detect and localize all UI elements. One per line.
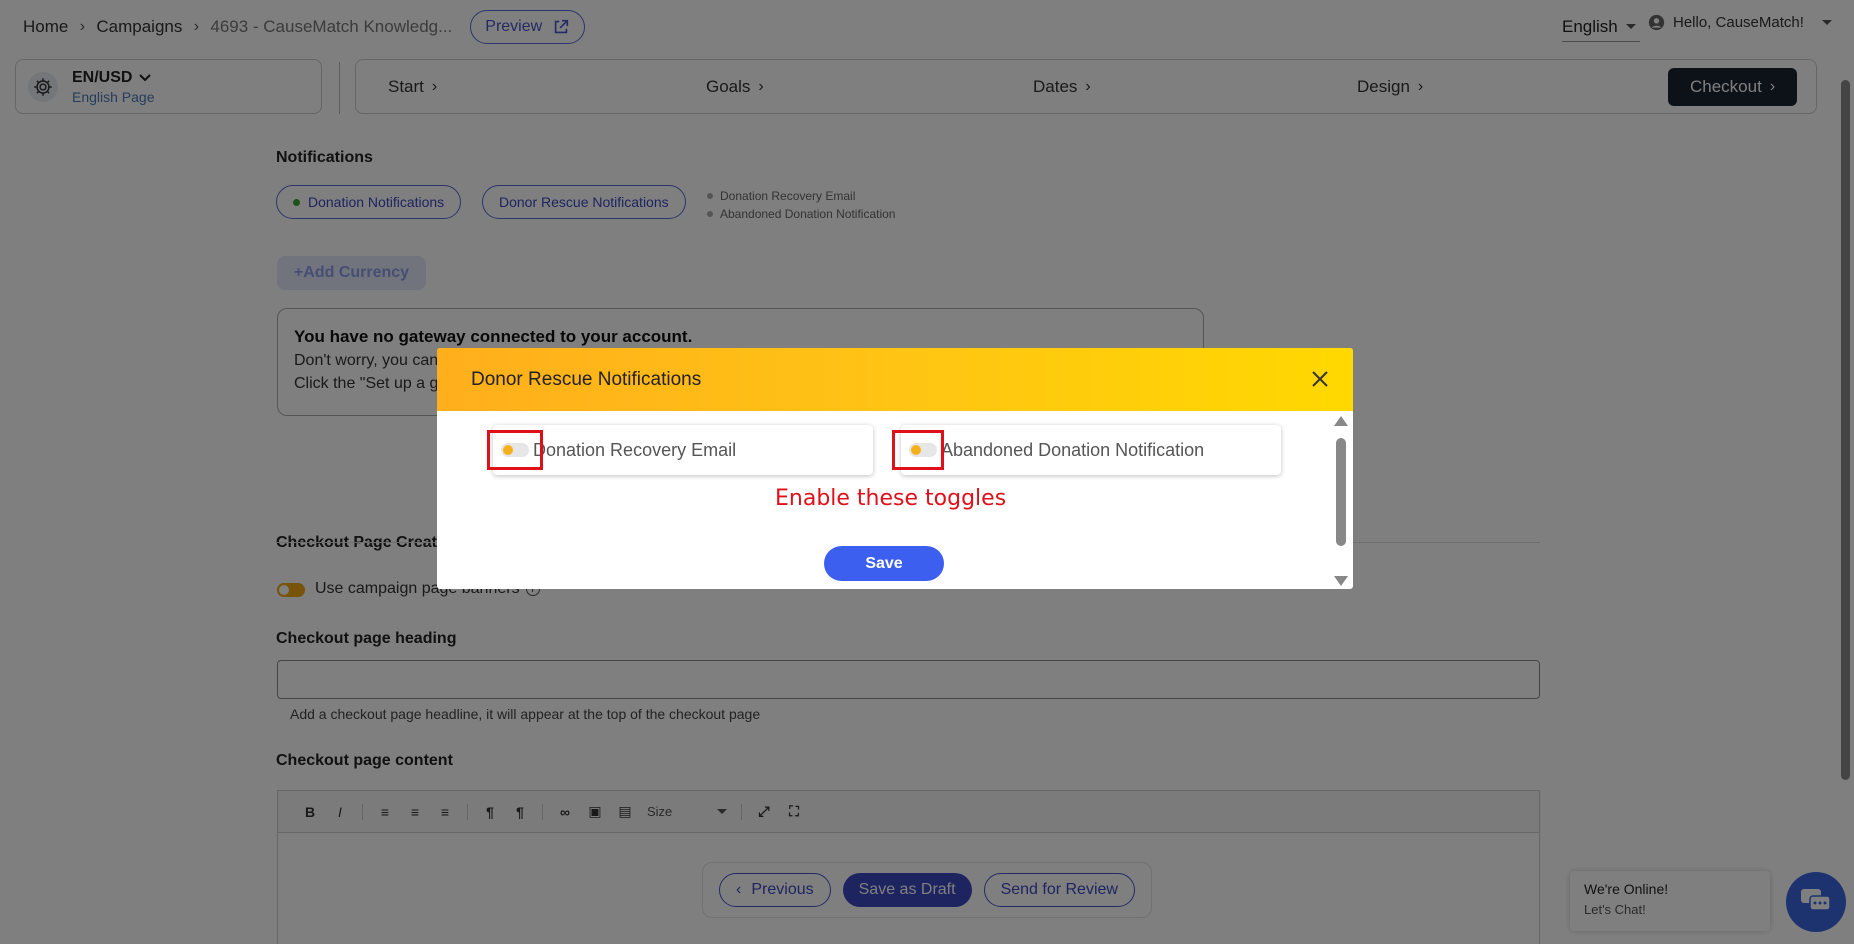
- highlight-box: [487, 430, 543, 470]
- donor-rescue-modal: Donor Rescue Notifications Donation Reco…: [437, 348, 1353, 589]
- modal-header: Donor Rescue Notifications: [437, 348, 1353, 411]
- annotation-text: Enable these toggles: [775, 486, 1007, 511]
- modal-title: Donor Rescue Notifications: [471, 368, 702, 390]
- modal-save-button[interactable]: Save: [824, 546, 944, 581]
- modal-scrollbar[interactable]: [1333, 416, 1349, 586]
- donation-recovery-card: Donation Recovery Email: [493, 425, 873, 475]
- highlight-box: [892, 430, 944, 470]
- close-icon[interactable]: [1309, 368, 1331, 390]
- abandoned-donation-card: Abandoned Donation Notification: [901, 425, 1281, 475]
- scrollbar-thumb[interactable]: [1336, 438, 1346, 546]
- donation-recovery-label: Donation Recovery Email: [533, 439, 737, 460]
- scroll-down-icon[interactable]: [1334, 576, 1348, 586]
- abandoned-donation-label: Abandoned Donation Notification: [941, 439, 1205, 460]
- scroll-up-icon[interactable]: [1334, 416, 1348, 426]
